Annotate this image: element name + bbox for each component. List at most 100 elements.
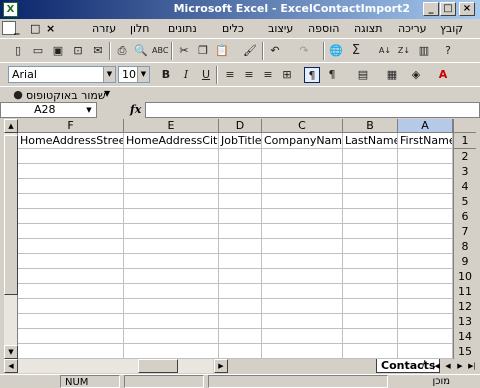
sort-descending-icon[interactable]: Z↓ [396,43,412,59]
row-header[interactable]: 1 [453,133,476,149]
cell-b11[interactable] [343,284,398,299]
menu-help[interactable]: עזרה [92,22,116,35]
cell-c7[interactable] [262,224,343,239]
cell-e14[interactable] [124,329,219,344]
cell-e1[interactable]: HomeAddressCity [124,133,219,149]
minimize-button[interactable]: _ [423,2,439,16]
column-header-c[interactable]: C [262,119,343,133]
borders-icon[interactable]: ▦ [384,67,400,83]
row-header[interactable]: 3 [453,164,476,180]
row-header[interactable]: 8 [453,239,476,255]
font-color-icon[interactable]: A [435,67,451,83]
format-painter-icon[interactable]: 🖌 [242,43,258,59]
scroll-right-icon[interactable]: ▶ [214,359,228,373]
align-right-icon[interactable]: ≡ [222,67,238,83]
vertical-scrollbar[interactable]: ▲ ▼ [4,119,18,359]
help-icon[interactable]: ? [440,43,456,59]
scroll-thumb[interactable] [4,135,18,295]
row-header[interactable]: 11 [453,284,476,300]
cell-d10[interactable] [219,269,262,284]
cell-e13[interactable] [124,314,219,329]
cell-d6[interactable] [219,209,262,224]
bold-button[interactable]: B [158,67,174,83]
cell-e12[interactable] [124,299,219,314]
cell-b5[interactable] [343,194,398,209]
spreadsheet-grid[interactable]: F E D C B A HomeAddressStreet HomeAddres… [4,119,476,359]
fx-icon[interactable]: fx [130,103,141,116]
chevron-down-icon[interactable]: ▼ [104,89,110,98]
save-to-octopus-button[interactable]: שמור באוקטופוס [26,89,106,102]
new-icon[interactable]: ▯ [10,43,26,59]
restore-doc-button[interactable]: □ [30,22,40,35]
row-header[interactable]: 5 [453,194,476,210]
column-header-d[interactable]: D [219,119,262,133]
cell-d5[interactable] [219,194,262,209]
email-icon[interactable]: ✉ [90,43,106,59]
cell-c14[interactable] [262,329,343,344]
row-header[interactable]: 6 [453,209,476,225]
cell-d9[interactable] [219,254,262,269]
menu-view[interactable]: תצוגה [354,22,382,35]
cell-e15[interactable] [124,344,219,359]
column-header-b[interactable]: B [343,119,398,133]
cell-d11[interactable] [219,284,262,299]
cell-a11[interactable] [398,284,453,299]
chevron-down-icon[interactable]: ▼ [83,104,95,116]
cell-c12[interactable] [262,299,343,314]
cell-f4[interactable] [18,179,124,194]
cell-d1[interactable]: JobTitle [219,133,262,149]
cell-f1[interactable]: HomeAddressStreet [18,133,124,149]
cell-e6[interactable] [124,209,219,224]
column-header-a[interactable]: A [398,119,453,133]
cell-b10[interactable] [343,269,398,284]
row-header[interactable]: 15 [453,344,476,359]
maximize-button[interactable]: □ [440,2,456,16]
cell-d14[interactable] [219,329,262,344]
cell-a1[interactable]: FirstName [398,133,453,149]
row-header[interactable]: 4 [453,179,476,195]
cell-f12[interactable] [18,299,124,314]
menu-insert[interactable]: הוספה [308,22,339,35]
cell-f9[interactable] [18,254,124,269]
cell-d8[interactable] [219,239,262,254]
cell-c1[interactable]: CompanyName [262,133,343,149]
indent-icon[interactable]: ▤ [355,67,371,83]
cell-e7[interactable] [124,224,219,239]
cell-b12[interactable] [343,299,398,314]
cell-c2[interactable] [262,149,343,164]
cell-c11[interactable] [262,284,343,299]
next-sheet-icon[interactable]: ▶ [454,360,466,372]
scroll-down-icon[interactable]: ▼ [4,345,18,359]
font-name-combo[interactable]: Arial ▼ [8,66,116,83]
cell-a6[interactable] [398,209,453,224]
cell-a12[interactable] [398,299,453,314]
cut-icon[interactable]: ✂ [176,43,192,59]
cell-f3[interactable] [18,164,124,179]
cell-a8[interactable] [398,239,453,254]
excel-app-icon[interactable]: X [3,2,18,17]
cell-a5[interactable] [398,194,453,209]
cell-b9[interactable] [343,254,398,269]
cell-e5[interactable] [124,194,219,209]
close-button[interactable]: × [459,2,475,16]
cell-c6[interactable] [262,209,343,224]
cell-e9[interactable] [124,254,219,269]
merge-center-icon[interactable]: ⊞ [279,67,295,83]
cell-b2[interactable] [343,149,398,164]
cell-e3[interactable] [124,164,219,179]
row-header[interactable]: 13 [453,314,476,330]
cell-a15[interactable] [398,344,453,359]
cell-f13[interactable] [18,314,124,329]
font-size-combo[interactable]: 10 ▼ [118,66,150,83]
cell-f5[interactable] [18,194,124,209]
paste-icon[interactable]: 📋 [214,43,230,59]
hyperlink-icon[interactable]: 🌐 [328,43,344,59]
cell-c9[interactable] [262,254,343,269]
cell-f8[interactable] [18,239,124,254]
formula-input[interactable] [145,102,480,118]
horizontal-scrollbar[interactable] [18,359,213,373]
tab-split-handle[interactable]: / [422,359,425,370]
cell-c13[interactable] [262,314,343,329]
fill-color-icon[interactable]: ◈ [408,67,424,83]
row-header[interactable]: 12 [453,299,476,315]
